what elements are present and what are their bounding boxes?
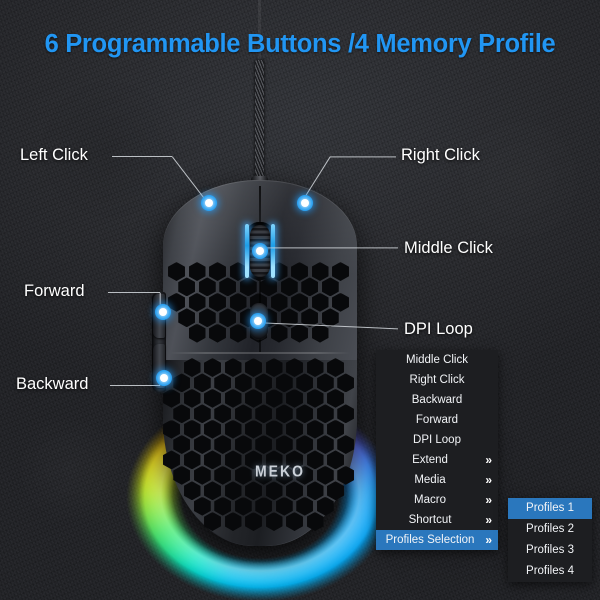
brand-logo: MEKO (255, 461, 305, 481)
leader-line-middle-click (262, 247, 398, 249)
menu-item-label: Middle Click (406, 354, 468, 366)
menu-item-shortcut[interactable]: Shortcut » (376, 510, 498, 530)
chevron-right-icon: » (485, 533, 492, 547)
menu-item-label: DPI Loop (413, 434, 461, 446)
callout-middle-click: Middle Click (404, 239, 493, 257)
menu-item-macro[interactable]: Macro » (376, 490, 498, 510)
marker-backward (156, 370, 172, 386)
menu-item-profiles-selection[interactable]: Profiles Selection » (376, 530, 498, 550)
submenu-item-profiles-3[interactable]: Profiles 3 (508, 540, 592, 561)
context-menu[interactable]: Middle Click Right Click Backward Forward DP… (376, 350, 498, 550)
profiles-submenu[interactable]: Profiles 1 Profiles 2 Profiles 3 Profiles 4 (508, 498, 592, 582)
marker-dpi-loop (250, 313, 266, 329)
menu-item-extend[interactable]: Extend » (376, 450, 498, 470)
callout-dpi-loop: DPI Loop (404, 320, 473, 338)
chevron-right-icon: » (485, 493, 492, 507)
scroll-wheel-glow-left (245, 224, 249, 278)
menu-item-media[interactable]: Media » (376, 470, 498, 490)
menu-item-middle-click[interactable]: Middle Click (376, 350, 498, 370)
chevron-right-icon: » (485, 453, 492, 467)
menu-item-dpi-loop[interactable]: DPI Loop (376, 430, 498, 450)
menu-item-label: Forward (415, 414, 459, 426)
menu-item-label: Profiles Selection (385, 534, 475, 546)
callout-left-click: Left Click (20, 146, 88, 164)
leader-line-forward (108, 292, 160, 294)
callout-backward: Backward (16, 375, 89, 393)
leader-line-right-click (330, 156, 396, 158)
callout-right-click: Right Click (401, 146, 480, 164)
submenu-item-profiles-4[interactable]: Profiles 4 (508, 561, 592, 582)
shell-seam (170, 352, 350, 354)
menu-item-label: Shortcut (408, 514, 452, 526)
menu-item-label: Extend (412, 454, 448, 466)
menu-item-right-click[interactable]: Right Click (376, 370, 498, 390)
menu-item-label: Media (414, 474, 446, 486)
marker-left-click (201, 195, 217, 211)
menu-item-label: Right Click (409, 374, 465, 386)
marker-middle-click (252, 243, 268, 259)
marker-right-click (297, 195, 313, 211)
leader-line-backward (110, 385, 160, 387)
screenshot-root: 6 Programmable Buttons /4 Memory Profile… (0, 0, 600, 600)
callout-forward: Forward (24, 282, 85, 300)
marker-forward (155, 304, 171, 320)
submenu-item-profiles-1[interactable]: Profiles 1 (508, 498, 592, 519)
scroll-wheel-glow-right (271, 224, 275, 278)
chevron-right-icon: » (485, 473, 492, 487)
menu-item-forward[interactable]: Forward (376, 410, 498, 430)
menu-item-backward[interactable]: Backward (376, 390, 498, 410)
leader-line-left-click (112, 156, 172, 158)
menu-item-label: Backward (411, 394, 463, 406)
menu-item-label: Macro (414, 494, 446, 506)
braided-cable (255, 60, 264, 185)
chevron-right-icon: » (485, 513, 492, 527)
submenu-item-profiles-2[interactable]: Profiles 2 (508, 519, 592, 540)
